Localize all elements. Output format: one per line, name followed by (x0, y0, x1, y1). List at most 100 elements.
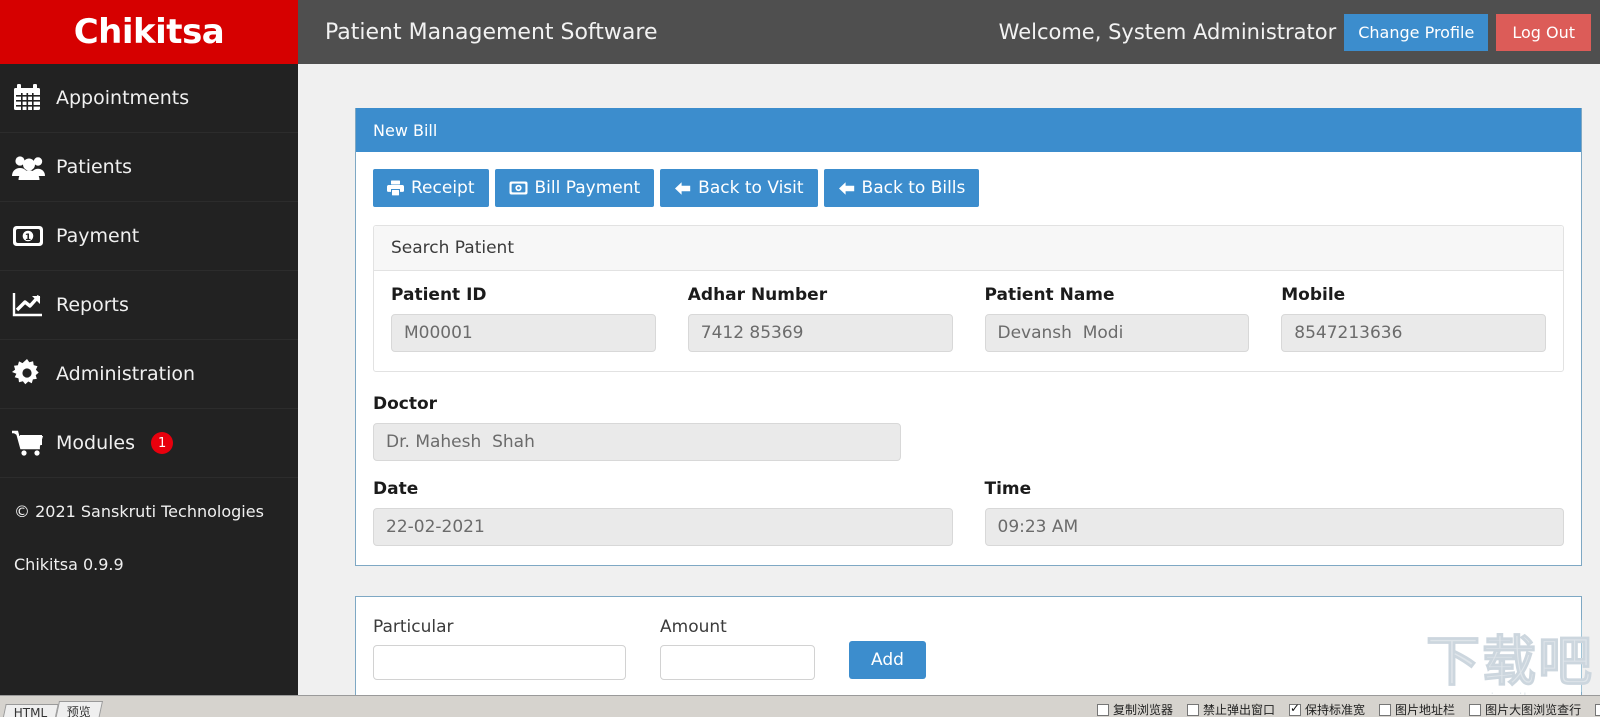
sidebar-item-label: Reports (56, 294, 129, 316)
sidebar-footer: © 2021 Sanskruti Technologies Chikitsa 0… (0, 478, 298, 574)
option-image-download[interactable]: 图片下载 (1595, 701, 1600, 717)
panel-edge-line (1581, 620, 1582, 692)
particular-field-group: Particular (373, 617, 626, 680)
toolbar-button-label: Back to Bills (861, 178, 966, 198)
sidebar-item-patients[interactable]: Patients (0, 133, 298, 202)
strip-options: 复制浏览器 禁止弹出窗口 保持标准宽 图片地址栏 图片大图浏览查行 图片下载 (1097, 701, 1600, 717)
money-bill-icon: 1 (12, 219, 56, 253)
strip-tabs: HTML 预览 (2, 701, 104, 717)
checkbox-icon[interactable] (1097, 703, 1109, 716)
tab-html-label: HTML (13, 706, 48, 717)
tab-preview[interactable]: 预览 (55, 701, 104, 717)
option-label: 图片大图浏览查行 (1485, 703, 1582, 717)
version-text: Chikitsa 0.9.9 (14, 555, 124, 574)
sidebar-item-label: Appointments (56, 87, 190, 109)
doctor-field-group: Doctor (373, 394, 1564, 461)
patient-fields-row: Patient ID Adhar Number Patient Name (391, 285, 1546, 352)
patient-name-field-group: Patient Name (984, 285, 1250, 352)
sidebar-item-reports[interactable]: Reports (0, 271, 298, 340)
checkbox-icon[interactable] (1289, 702, 1302, 716)
checkbox-icon[interactable] (1187, 703, 1200, 716)
checkbox-icon[interactable] (1469, 703, 1482, 716)
copyright-text: © 2021 Sanskruti Technologies (14, 502, 264, 521)
welcome-text: Welcome, System Administrator (998, 20, 1337, 44)
date-input[interactable] (373, 508, 953, 546)
particulars-panel: Particular Amount Add (355, 596, 1582, 695)
logout-button[interactable]: Log Out (1496, 13, 1591, 51)
option-label: 禁止弹出窗口 (1203, 703, 1276, 717)
sidebar-item-label: Modules (56, 432, 135, 454)
adhar-number-field-group: Adhar Number (687, 285, 953, 352)
option-keep-standard-width[interactable]: 保持标准宽 (1289, 701, 1365, 717)
add-particular-row: Particular Amount Add (373, 617, 1564, 680)
doctor-label: Doctor (373, 394, 438, 414)
date-time-row: Date Time (373, 479, 1564, 546)
patient-id-label: Patient ID (391, 285, 487, 305)
panel-header: New Bill (356, 108, 1581, 152)
arrow-left-icon (838, 181, 855, 196)
search-patient-fieldset: Search Patient Patient ID Adhar Number (373, 225, 1564, 372)
bill-toolbar: Receipt Bill Payment Back to Visit Back … (373, 169, 1564, 207)
date-field-group: Date (373, 479, 953, 546)
sidebar-item-label: Payment (56, 225, 140, 247)
mobile-field-group: Mobile (1281, 285, 1546, 352)
option-label: 复制浏览器 (1113, 703, 1174, 717)
shopping-cart-icon (12, 426, 56, 460)
patient-id-input[interactable] (391, 314, 656, 352)
sidebar-item-administration[interactable]: Administration (0, 340, 298, 409)
receipt-button[interactable]: Receipt (373, 169, 489, 207)
toolbar-button-label: Receipt (411, 178, 475, 198)
change-profile-button[interactable]: Change Profile (1344, 13, 1489, 51)
option-copy-browser[interactable]: 复制浏览器 (1097, 701, 1173, 717)
adhar-number-label: Adhar Number (687, 285, 828, 305)
particular-input[interactable] (373, 645, 626, 680)
topbar-actions: Welcome, System Administrator Change Pro… (999, 0, 1600, 64)
option-image-large-view[interactable]: 图片大图浏览查行 (1469, 701, 1581, 717)
amount-field-group: Amount (660, 617, 815, 680)
gear-icon (12, 357, 56, 391)
sidebar: Chikitsa Appointments Patients 1 Payment… (0, 0, 298, 695)
mobile-label: Mobile (1281, 285, 1346, 305)
adhar-number-input[interactable] (687, 314, 953, 352)
arrow-left-icon (674, 181, 691, 196)
sidebar-item-payment[interactable]: 1 Payment (0, 202, 298, 271)
particular-label: Particular (373, 617, 454, 637)
sidebar-item-appointments[interactable]: Appointments (0, 64, 298, 133)
brand-logo[interactable]: Chikitsa (0, 0, 298, 64)
printer-icon (387, 180, 404, 196)
add-button[interactable]: Add (849, 641, 926, 679)
back-to-visit-button[interactable]: Back to Visit (660, 169, 818, 207)
sidebar-nav: Appointments Patients 1 Payment Reports … (0, 64, 298, 478)
time-field-group: Time (984, 479, 1564, 546)
sidebar-item-modules[interactable]: Modules 1 (0, 409, 298, 478)
calendar-icon (12, 81, 56, 115)
time-label: Time (984, 479, 1032, 499)
main-content: New Bill Receipt Bill Payment Back to Vi… (298, 64, 1600, 695)
option-label: 保持标准宽 (1305, 703, 1366, 717)
date-label: Date (373, 479, 419, 499)
search-patient-legend: Search Patient (374, 226, 1563, 271)
amount-label: Amount (660, 617, 727, 637)
topbar: Patient Management Software Welcome, Sys… (298, 0, 1600, 64)
back-to-bills-button[interactable]: Back to Bills (823, 169, 980, 207)
users-icon (12, 150, 56, 184)
brand-name: Chikitsa (73, 12, 225, 52)
mobile-input[interactable] (1281, 314, 1546, 352)
checkbox-icon[interactable] (1595, 703, 1600, 716)
patient-id-field-group: Patient ID (391, 285, 656, 352)
option-label: 图片地址栏 (1395, 703, 1456, 717)
option-block-popup[interactable]: 禁止弹出窗口 (1187, 701, 1275, 717)
checkbox-icon[interactable] (1379, 703, 1392, 716)
search-patient-body: Patient ID Adhar Number Patient Name (374, 271, 1563, 371)
amount-input[interactable] (660, 645, 815, 680)
option-image-address-bar[interactable]: 图片地址栏 (1379, 701, 1455, 717)
patient-name-input[interactable] (984, 314, 1250, 352)
doctor-input[interactable] (373, 423, 901, 461)
tab-preview-label: 预览 (67, 705, 92, 717)
time-input[interactable] (984, 508, 1564, 546)
application-window: Chikitsa Appointments Patients 1 Payment… (0, 0, 1600, 717)
toolbar-button-label: Bill Payment (534, 178, 641, 198)
bill-payment-button[interactable]: Bill Payment (494, 169, 655, 207)
svg-text:1: 1 (25, 233, 31, 243)
tab-html[interactable]: HTML (2, 704, 60, 717)
